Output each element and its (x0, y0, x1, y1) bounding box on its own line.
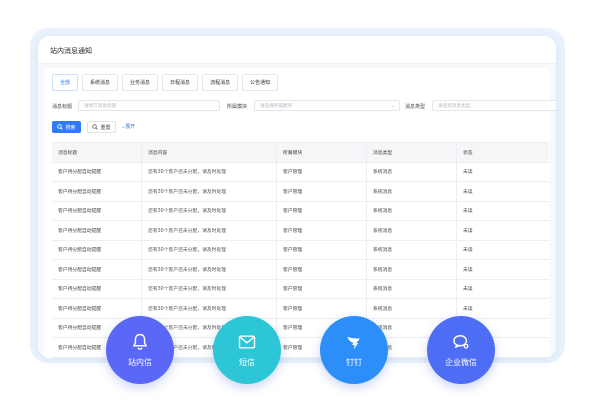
bell-icon (133, 333, 147, 350)
cell-title: 客户待分配自动提醒 (52, 162, 142, 181)
cell-status: 未读 (463, 170, 473, 176)
channel-row: 站内信 短信 钉钉 企业微信 (106, 316, 496, 386)
table-row[interactable]: 客户待分配自动提醒您有30个客户还未分配，请及时处理客户管理系统消息未读 (52, 260, 549, 280)
cell-content: 您有30个客户还未分配，请及时处理 (142, 279, 277, 298)
cell-type: 系统消息 (367, 182, 457, 201)
cell-title: 客户待分配自动提醒 (52, 240, 142, 259)
table-row[interactable]: 客户待分配自动提醒您有30个客户还未分配，请及时处理客户管理系统消息未读 (52, 240, 549, 260)
type-filter-label: 消息类型 (405, 104, 426, 110)
cell-content: 您有30个客户还未分配，请及时处理 (142, 240, 277, 259)
header-status: 状态 (463, 150, 473, 156)
cell-status: 未读 (463, 209, 473, 215)
cell-title: 客户待分配自动提醒 (52, 279, 142, 298)
chevron-down-icon: ⌄ (390, 103, 395, 109)
cell-type: 系统消息 (367, 201, 457, 220)
cell-status: 未读 (463, 189, 473, 195)
cell-module: 客户管理 (277, 221, 367, 240)
content-area: 全部 系统消息 业务消息 日程消息 流程消息 公告通知 消息标题 请填写消息标题… (38, 64, 556, 358)
table-header: 消息标题 消息内容 所属模块 消息类型 状态 (52, 143, 549, 163)
cell-module: 客户管理 (277, 260, 367, 279)
channel-in-app[interactable]: 站内信 (106, 316, 174, 384)
wecom-icon (453, 335, 469, 349)
cell-type: 系统消息 (367, 260, 457, 279)
header-module: 所属模块 (277, 143, 367, 162)
reset-icon (92, 124, 99, 130)
channel-label: 企业微信 (445, 358, 477, 367)
cell-module: 客户管理 (277, 201, 367, 220)
filter-bar: 消息标题 请填写消息标题 所属模块 请选择所属模块 ⌄ 消息类型 请选择消息类型 (44, 100, 556, 114)
channel-label: 钉钉 (346, 358, 362, 367)
header-content: 消息内容 (142, 143, 277, 162)
cell-content: 您有30个客户还未分配，请及时处理 (142, 162, 277, 181)
cell-content: 您有30个客户还未分配，请及时处理 (142, 221, 277, 240)
cell-module: 客户管理 (277, 182, 367, 201)
reset-button[interactable]: 重置 (87, 121, 116, 133)
table-row[interactable]: 客户待分配自动提醒您有30个客户还未分配，请及时处理客户管理系统消息未读 (52, 279, 549, 299)
cell-type: 系统消息 (367, 221, 457, 240)
cell-type: 系统消息 (367, 162, 457, 181)
dingtalk-icon (347, 336, 360, 350)
table-row[interactable]: 客户待分配自动提醒您有30个客户还未分配，请及时处理客户管理系统消息未读 (52, 162, 549, 182)
table-row[interactable]: 客户待分配自动提醒您有30个客户还未分配，请及时处理客户管理系统消息未读 (52, 201, 549, 221)
channel-label: 站内信 (128, 358, 152, 367)
cell-type: 系统消息 (367, 299, 457, 318)
title-filter-label: 消息标题 (52, 104, 73, 110)
tab-notice[interactable]: 公告通知 (242, 74, 279, 91)
cell-title: 客户待分配自动提醒 (52, 221, 142, 240)
cell-status: 未读 (463, 306, 473, 312)
table-row[interactable]: 客户待分配自动提醒您有30个客户还未分配，请及时处理客户管理系统消息未读 (52, 182, 549, 202)
header-title: 消息标题 (52, 143, 142, 162)
cell-title: 客户待分配自动提醒 (52, 260, 142, 279)
cell-title: 客户待分配自动提醒 (52, 182, 142, 201)
cell-content: 您有30个客户还未分配，请及时处理 (142, 299, 277, 318)
channel-sms[interactable]: 短信 (213, 316, 281, 384)
cell-module: 客户管理 (277, 299, 367, 318)
search-icon (57, 124, 64, 130)
expand-button-label: 展开 (125, 124, 136, 130)
table-row[interactable]: 客户待分配自动提醒您有30个客户还未分配，请及时处理客户管理系统消息未读 (52, 221, 549, 241)
message-list-card: 全部 系统消息 业务消息 日程消息 流程消息 公告通知 消息标题 请填写消息标题… (44, 68, 556, 358)
cell-content: 您有30个客户还未分配，请及时处理 (142, 182, 277, 201)
type-select[interactable]: 请选择消息类型 (432, 100, 556, 111)
module-select-placeholder: 请选择所属模块 (260, 104, 293, 109)
tab-bar: 全部 系统消息 业务消息 日程消息 流程消息 公告通知 (52, 74, 279, 91)
cell-title: 客户待分配自动提醒 (52, 201, 142, 220)
cell-status: 未读 (463, 248, 473, 254)
header-type: 消息类型 (367, 143, 457, 162)
cell-content: 您有30个客户还未分配，请及时处理 (142, 260, 277, 279)
cell-type: 系统消息 (367, 240, 457, 259)
cell-status: 未读 (463, 228, 473, 234)
cell-status: 未读 (463, 267, 473, 273)
tab-business[interactable]: 业务消息 (122, 74, 159, 91)
tab-schedule[interactable]: 日程消息 (162, 74, 199, 91)
cell-module: 客户管理 (277, 240, 367, 259)
channel-dingtalk[interactable]: 钉钉 (320, 316, 388, 384)
cell-module: 客户管理 (277, 162, 367, 181)
channel-wecom[interactable]: 企业微信 (427, 316, 495, 384)
channel-label: 短信 (239, 358, 255, 367)
tab-system[interactable]: 系统消息 (82, 74, 119, 91)
cell-title: 客户待分配自动提醒 (52, 299, 142, 318)
tab-process[interactable]: 流程消息 (202, 74, 239, 91)
expand-button[interactable]: ⌄展开 (121, 123, 135, 130)
mail-icon (238, 335, 256, 349)
search-button-label: 搜索 (65, 124, 76, 131)
cell-type: 系统消息 (367, 279, 457, 298)
message-panel: 站内消息通知 全部 系统消息 业务消息 日程消息 流程消息 公告通知 消息标题 … (38, 36, 556, 358)
page-title: 站内消息通知 (50, 47, 92, 55)
cell-status: 未读 (463, 287, 473, 293)
title-search-input[interactable]: 请填写消息标题 (78, 100, 220, 111)
tab-all[interactable]: 全部 (52, 74, 79, 91)
cell-content: 您有30个客户还未分配，请及时处理 (142, 201, 277, 220)
module-select[interactable]: 请选择所属模块 ⌄ (254, 100, 400, 111)
reset-button-label: 重置 (100, 124, 111, 131)
module-filter-label: 所属模块 (227, 104, 248, 110)
search-button[interactable]: 搜索 (52, 121, 81, 133)
cell-module: 客户管理 (277, 279, 367, 298)
